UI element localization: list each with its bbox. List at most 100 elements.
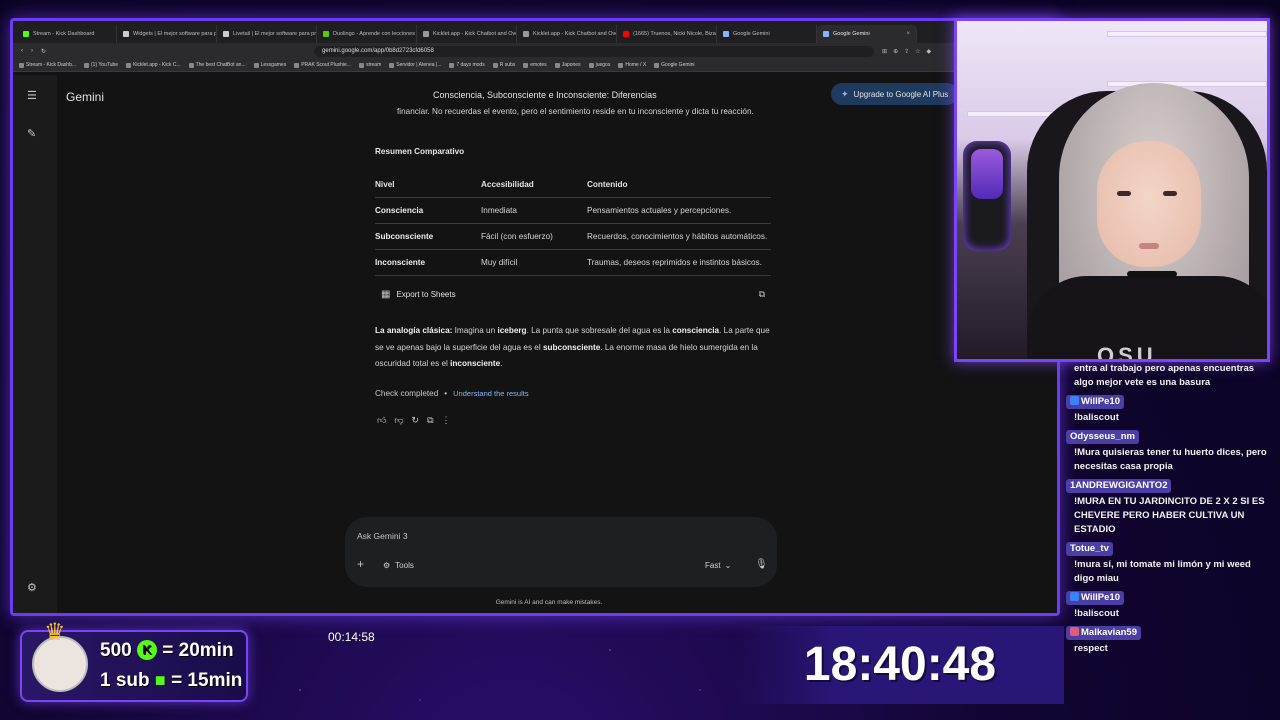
separator-dot: • (444, 388, 448, 398)
check-status: Check completed (375, 388, 439, 398)
star-icon[interactable]: ☆ (915, 48, 920, 55)
tools-label: Tools (395, 561, 414, 570)
bookmark-item[interactable]: Servidor | Atenea |... (389, 62, 441, 68)
back-icon[interactable]: ‹ (21, 48, 23, 54)
more-options-icon[interactable]: ⋮ (442, 414, 451, 427)
bookmark-icon (126, 62, 132, 68)
url-field[interactable]: gemini.google.com/app/0b8d2723cfd6058 (314, 45, 875, 57)
bookmark-item[interactable]: R subs (492, 62, 516, 68)
bookmark-icon (19, 62, 24, 68)
response-content: financiar. No recuerdas el evento, pero … (375, 105, 773, 427)
bookmark-item[interactable]: Home / X (618, 62, 646, 68)
close-tab-icon[interactable]: × (906, 31, 910, 37)
copy-icon[interactable]: ⧉ (427, 414, 433, 427)
bookmark-item[interactable]: (1) YouTube (84, 62, 118, 68)
export-to-sheets-button[interactable]: Export to Sheets (396, 288, 455, 301)
table-cell: Recuerdos, conocimientos y hábitos autom… (587, 223, 771, 250)
share-icon[interactable]: ⇪ (904, 48, 909, 55)
chat-username[interactable]: 1ANDREWGIGANTO2 (1066, 479, 1172, 493)
reload-icon[interactable]: ↻ (41, 48, 46, 55)
table-row: Consciencia Inmediata Pensamientos actua… (375, 197, 771, 224)
browser-tab[interactable]: (1665) Truenos, Nicki Nicole, Bizar (617, 25, 717, 43)
favicon-icon (823, 31, 829, 37)
chat-username[interactable]: Odysseus_nm (1066, 430, 1139, 444)
bookmark-item[interactable]: The best ChatBot an... (188, 62, 246, 68)
thumbs-down-icon[interactable]: 👎︎ (394, 414, 403, 427)
bookmark-icon (84, 62, 90, 68)
bookmark-item[interactable]: PRAK Scout Plushie... (294, 62, 351, 68)
browser-tab[interactable]: Livetail | El mejor software para prin (217, 25, 317, 43)
bookmark-item[interactable]: 7 days mods (449, 62, 485, 68)
chat-text: entra al trabajo pero apenas encuentras … (1074, 363, 1255, 388)
favicon-icon (223, 31, 229, 37)
zoom-icon[interactable]: ⊕ (893, 48, 898, 55)
tools-icon: ⚙ (383, 561, 391, 570)
microphone-glow (971, 149, 1003, 199)
mode-selector[interactable]: Fast ⌄ (705, 561, 731, 570)
browser-tab[interactable]: Kicklet.app - Kick Chatbot and Overl (417, 25, 517, 43)
bookmark-item[interactable]: Kicklet.app - Kick C... (126, 62, 181, 68)
bookmark-item[interactable]: Google Gemini (654, 62, 695, 68)
browser-tab[interactable]: Widgets | El mejor software para pro (117, 25, 217, 43)
analogy-paragraph: La analogía clásica: Imagina un iceberg.… (375, 323, 773, 373)
microphone-icon[interactable]: 🎙︎ (755, 559, 768, 570)
tab-label: Kicklet.app - Kick Chatbot and Overl (533, 31, 617, 37)
chat-username[interactable]: WillPe10 (1066, 395, 1124, 409)
chat-badge-icon (1070, 627, 1079, 636)
bookmark-label: (1) YouTube (91, 62, 119, 68)
shelf (967, 111, 1057, 117)
chat-username[interactable]: Totue_tv (1066, 542, 1113, 556)
bookmark-label: Japones (561, 62, 581, 68)
conversation-title[interactable]: Consciencia, Subconsciente e Inconscient… (433, 90, 657, 100)
prompt-input[interactable]: Ask Gemini 3 (357, 531, 408, 541)
column-header: Contenido (587, 172, 771, 198)
browser-tab[interactable]: Google Gemini (717, 25, 817, 43)
understand-results-link[interactable]: Understand the results (453, 387, 528, 400)
chat-username[interactable]: Malkavian59 (1066, 626, 1141, 640)
translate-icon[interactable]: ⊞ (882, 48, 887, 55)
upgrade-button[interactable]: ✦ Upgrade to Google AI Plus (831, 83, 959, 105)
table-cell: Inconsciente (375, 249, 481, 276)
bookmark-label: Home / X (625, 62, 647, 68)
copy-table-icon[interactable]: ⧉ (759, 288, 765, 301)
add-attachment-icon[interactable]: + (357, 557, 364, 571)
browser-tab[interactable]: Stream - Kick Dashboard (17, 25, 117, 43)
chat-message: entra al trabajo pero apenas encuentras … (1066, 362, 1272, 390)
bookmark-icon (618, 62, 624, 68)
extension-icon[interactable]: ◆ (927, 48, 932, 55)
menu-icon[interactable]: ☰ (27, 89, 37, 102)
browser-tab[interactable]: Kicklet.app - Kick Chatbot and Overl (517, 25, 617, 43)
bookmark-icon (294, 62, 300, 68)
username-text: Odysseus_nm (1070, 431, 1135, 442)
tools-button[interactable]: ⚙ Tools (383, 561, 414, 570)
bold-run: consciencia (672, 326, 720, 335)
kick-time: = 20min (162, 640, 234, 661)
new-chat-icon[interactable]: ✎ (27, 127, 36, 140)
bookmark-label: R subs (499, 62, 516, 68)
bookmark-item[interactable]: stream (358, 62, 381, 68)
bookmark-item[interactable]: juegos (588, 62, 610, 68)
bookmark-item[interactable]: Japones (554, 62, 581, 68)
chat-badge-icon (1070, 396, 1079, 405)
table-row: Subconsciente Fácil (con esfuerzo) Recue… (375, 223, 771, 250)
bookmark-icon (188, 62, 194, 68)
regenerate-icon[interactable]: ↻ (412, 414, 420, 427)
chat-text: !mura sí, mi tomate mi limón y mi weed d… (1074, 559, 1251, 584)
settings-icon[interactable]: ⚙ (27, 581, 37, 594)
thumbs-up-icon[interactable]: 👍︎ (377, 414, 386, 427)
favicon-icon (723, 31, 729, 37)
forward-icon[interactable]: › (31, 48, 33, 54)
bookmark-item[interactable]: emotes (523, 62, 547, 68)
bookmark-item[interactable]: Stream - Kick Dashb... (19, 62, 76, 68)
browser-tab[interactable]: Duolingo - Aprende con lecciones d (317, 25, 417, 43)
text-run: . La punta que sobresale del agua es la (526, 326, 673, 335)
bookmark-icon (523, 62, 529, 68)
favicon-icon (423, 31, 429, 37)
table-cell: Subconsciente (375, 223, 481, 250)
browser-tab[interactable]: Google Gemini × (817, 25, 917, 43)
bookmark-item[interactable]: Lessgames (253, 62, 286, 68)
column-header: Nivel (375, 172, 481, 198)
prompt-box[interactable]: Ask Gemini 3 + ⚙ Tools Fast ⌄ 🎙︎ (345, 517, 777, 587)
chat-username[interactable]: WillPe10 (1066, 591, 1124, 605)
chevron-down-icon: ⌄ (724, 561, 732, 570)
